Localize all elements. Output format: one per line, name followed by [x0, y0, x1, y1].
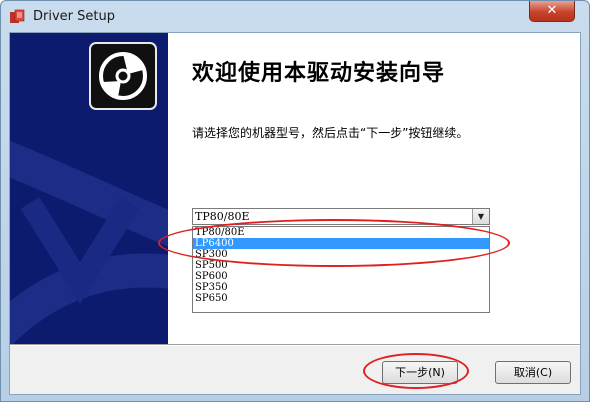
model-select[interactable]: TP80/80E ▼: [192, 208, 490, 225]
cancel-button[interactable]: 取消(C): [495, 361, 571, 384]
title-bar[interactable]: Driver Setup ✕: [1, 1, 589, 33]
list-item[interactable]: TP80/80E: [193, 227, 489, 238]
app-icon: [10, 9, 25, 23]
instruction-text: 请选择您的机器型号，然后点击“下一步”按钮继续。: [192, 126, 469, 140]
list-item[interactable]: SP350: [193, 282, 489, 293]
window-title: Driver Setup: [33, 9, 115, 24]
page-title: 欢迎使用本驱动安装向导: [192, 61, 446, 86]
list-item[interactable]: SP650: [193, 293, 489, 304]
wizard-client-area: 欢迎使用本驱动安装向导 请选择您的机器型号，然后点击“下一步”按钮继续。 TP8…: [9, 32, 581, 395]
list-item-selected[interactable]: LP6400: [193, 238, 489, 249]
model-dropdown-list[interactable]: TP80/80E LP6400 SP300 SP500 SP600 SP350 …: [192, 226, 490, 313]
dropdown-arrow-icon[interactable]: ▼: [472, 209, 489, 224]
footer-divider: [10, 344, 580, 346]
wizard-banner: [10, 33, 168, 344]
model-select-value: TP80/80E: [195, 210, 250, 223]
close-button[interactable]: ✕: [529, 1, 575, 22]
close-icon: ✕: [546, 3, 558, 18]
next-button[interactable]: 下一步(N): [382, 361, 458, 384]
list-item[interactable]: SP500: [193, 260, 489, 271]
setup-window: Driver Setup ✕ 欢迎使用本驱动安装向导 请选择您的机器型号，然后点…: [0, 0, 590, 402]
disc-icon: [99, 52, 147, 100]
list-item[interactable]: SP600: [193, 271, 489, 282]
list-item[interactable]: SP300: [193, 249, 489, 260]
wizard-content: 欢迎使用本驱动安装向导 请选择您的机器型号，然后点击“下一步”按钮继续。 TP8…: [168, 33, 580, 344]
